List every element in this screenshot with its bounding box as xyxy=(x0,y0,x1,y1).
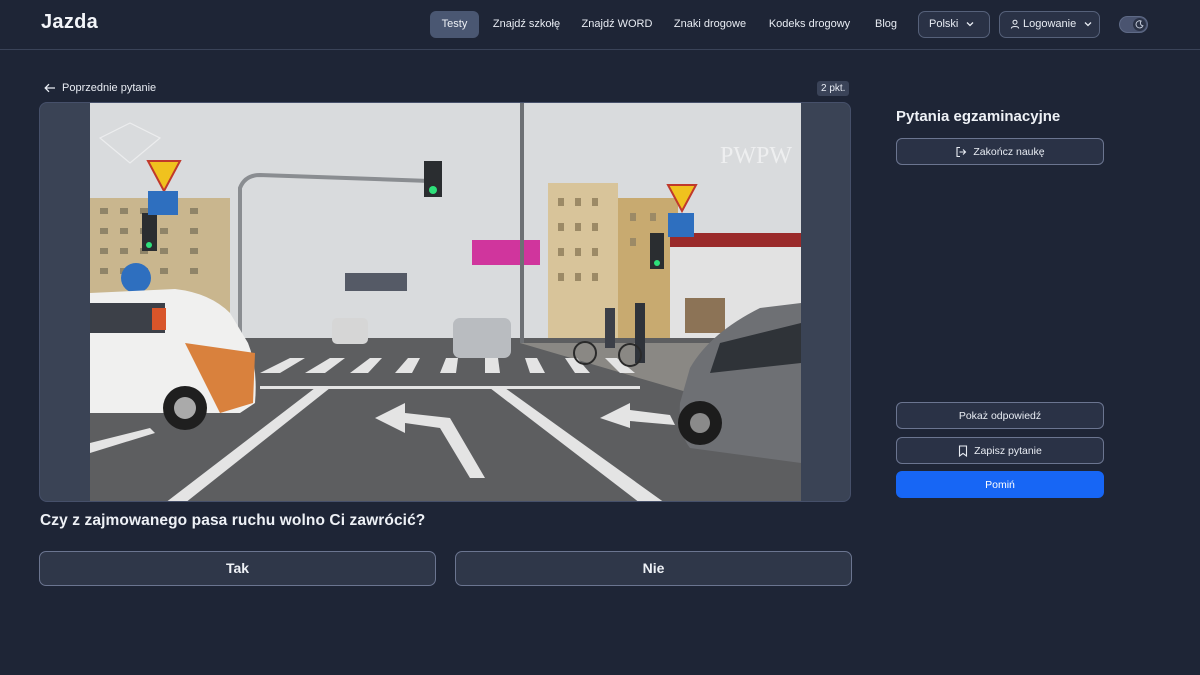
save-question-button[interactable]: Zapisz pytanie xyxy=(896,437,1104,464)
skip-label: Pomiń xyxy=(985,478,1015,491)
bookmark-icon xyxy=(959,444,968,457)
language-select[interactable]: Polski xyxy=(918,11,990,38)
previous-question-label: Poprzednie pytanie xyxy=(62,82,157,94)
moon-icon xyxy=(1133,18,1146,31)
image-watermark: PWPW xyxy=(720,143,792,169)
finish-learning-button[interactable]: Zakończ naukę xyxy=(896,138,1104,165)
nav-blog[interactable]: Blog xyxy=(870,11,902,38)
chevron-down-icon xyxy=(966,22,974,27)
nav-find-school[interactable]: Znajdź szkołę xyxy=(490,11,563,38)
nav-traffic-code[interactable]: Kodeks drogowy xyxy=(766,11,853,38)
chevron-down-icon xyxy=(1084,22,1092,27)
question-text: Czy z zajmowanego pasa ruchu wolno Ci za… xyxy=(40,512,426,529)
finish-learning-label: Zakończ naukę xyxy=(973,145,1045,158)
question-image-frame: PWPW xyxy=(39,102,851,502)
show-answer-button[interactable]: Pokaż odpowiedź xyxy=(896,402,1104,429)
arrow-left-icon xyxy=(44,83,55,93)
nav-find-word[interactable]: Znajdź WORD xyxy=(580,11,654,38)
login-label: Logowanie xyxy=(1023,18,1077,30)
skip-button[interactable]: Pomiń xyxy=(896,471,1104,498)
user-icon xyxy=(1010,19,1020,29)
login-button[interactable]: Logowanie xyxy=(999,11,1100,38)
answer-yes-button[interactable]: Tak xyxy=(39,551,436,586)
nav-road-signs[interactable]: Znaki drogowe xyxy=(671,11,749,38)
exit-icon xyxy=(956,146,967,157)
answer-no-button[interactable]: Nie xyxy=(455,551,852,586)
points-badge: 2 pkt. xyxy=(817,81,850,96)
previous-question-link[interactable]: Poprzednie pytanie xyxy=(44,80,156,96)
logo[interactable]: Jazda xyxy=(41,11,98,34)
save-question-label: Zapisz pytanie xyxy=(974,444,1042,457)
nav-testy[interactable]: Testy xyxy=(430,11,479,38)
show-answer-label: Pokaż odpowiedź xyxy=(958,409,1042,422)
sidebar-title: Pytania egzaminacyjne xyxy=(896,108,1061,125)
top-navbar: Jazda Testy Znajdź szkołę Znajdź WORD Zn… xyxy=(0,0,1200,50)
road-scene-image: PWPW xyxy=(90,103,801,501)
language-label: Polski xyxy=(929,18,959,30)
theme-toggle[interactable] xyxy=(1119,16,1148,33)
